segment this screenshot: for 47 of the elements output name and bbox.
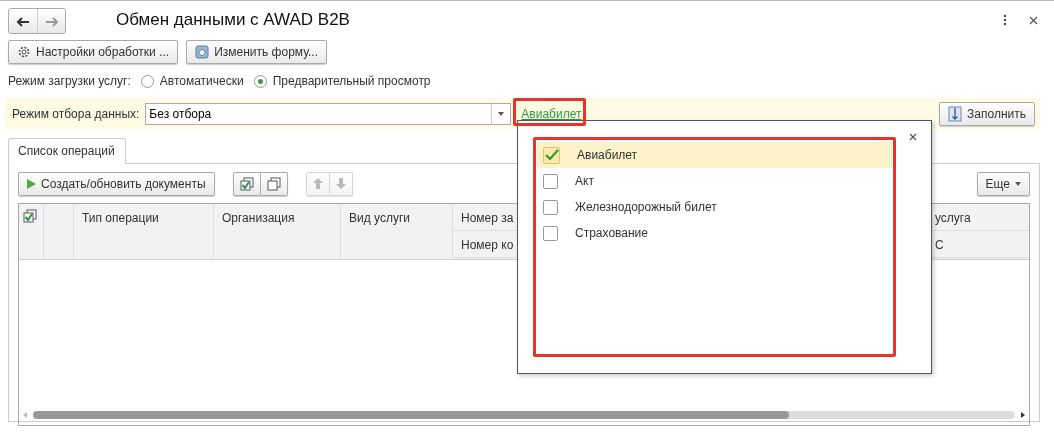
checkbox[interactable]: [543, 199, 558, 215]
radio-label: Предварительный просмотр: [272, 74, 431, 88]
window-title: Обмен данными с AWAD B2B: [116, 10, 351, 30]
check-all-icon: [239, 176, 254, 191]
close-icon[interactable]: [1029, 15, 1038, 25]
dropdown-caret-icon: [498, 111, 505, 116]
fill-icon: [948, 105, 963, 122]
scroll-right-icon[interactable]: [1021, 412, 1025, 418]
fill-button[interactable]: Заполнить: [939, 101, 1035, 126]
back-arrow-icon: [16, 16, 30, 27]
dropdown-field[interactable]: Без отбора: [145, 102, 512, 125]
copy-icon: [266, 176, 281, 191]
play-icon: [27, 178, 36, 189]
move-up-button[interactable]: [305, 171, 330, 196]
list-item[interactable]: Авиабилет: [537, 142, 892, 168]
tab[interactable]: Список операций: [8, 138, 126, 164]
gear-icon: [17, 45, 31, 59]
checkbox[interactable]: [543, 173, 558, 189]
dropdown-caret-icon: [1015, 181, 1021, 186]
toolbar-button[interactable]: Изменить форму...: [186, 40, 327, 64]
column-header: Организация: [214, 204, 341, 258]
field-label: Режим отбора данных:: [12, 106, 140, 121]
horizontal-scrollbar[interactable]: [33, 411, 1015, 419]
checkbox[interactable]: [543, 146, 560, 164]
up-arrow-icon: [312, 178, 323, 189]
move-down-button[interactable]: [329, 171, 353, 196]
toolbar-button[interactable]: Настройки обработки ...: [8, 40, 179, 64]
form-icon: [195, 45, 210, 59]
list-item[interactable]: Акт: [537, 168, 892, 194]
scroll-left-icon[interactable]: [23, 412, 27, 418]
forward-arrow-icon: [44, 16, 59, 27]
more-icon[interactable]: [1003, 14, 1007, 26]
check-all-icon: [23, 209, 37, 223]
check-all-button[interactable]: [232, 171, 261, 196]
field-label: Режим загрузки услуг:: [8, 74, 131, 88]
more-button[interactable]: Еще: [976, 171, 1030, 196]
column-header: Тип операции: [74, 204, 214, 258]
uncheck-all-button[interactable]: [260, 171, 288, 196]
radio-button[interactable]: [140, 74, 154, 88]
down-arrow-icon: [335, 178, 346, 189]
column-header: Вид услуги: [341, 204, 453, 258]
filter-link[interactable]: Авиабилет: [521, 106, 582, 121]
checkbox[interactable]: [543, 225, 558, 241]
create-documents-button[interactable]: Создать/обновить документы: [18, 171, 215, 196]
radio-button[interactable]: [253, 74, 267, 88]
radio-label: Автоматически: [159, 74, 244, 88]
close-icon[interactable]: [909, 133, 917, 141]
